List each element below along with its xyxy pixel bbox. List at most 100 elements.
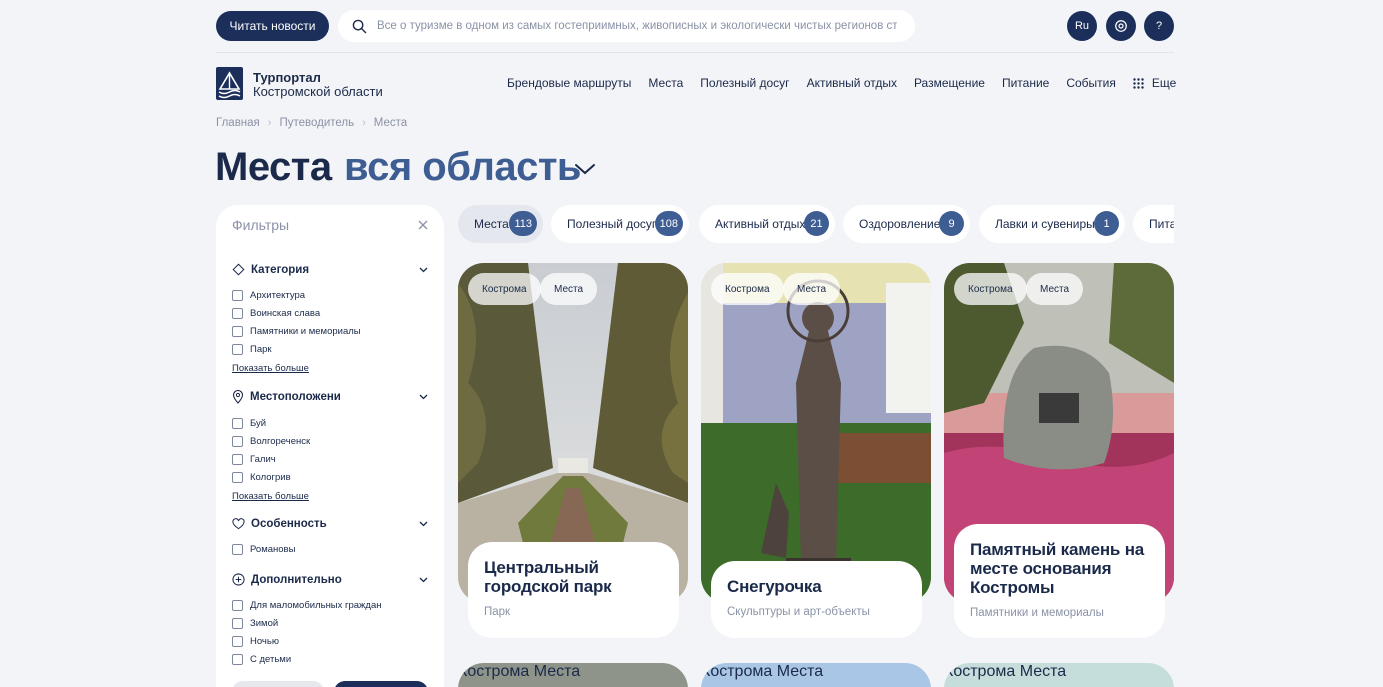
checkbox[interactable] xyxy=(232,289,243,301)
chevron-down-icon xyxy=(419,521,428,527)
place-card-subtitle: Парк xyxy=(484,606,511,618)
nav-item-leisure[interactable]: Полезный досуг xyxy=(700,76,789,90)
place-card[interactable]: Кострома Места xyxy=(458,663,688,687)
place-card[interactable]: Кострома Места xyxy=(701,263,931,603)
search-bar[interactable] xyxy=(338,10,915,42)
chip-leisure[interactable]: Полезный досуг 108 xyxy=(551,205,689,243)
filter-option[interactable]: Волгореченск xyxy=(232,432,428,450)
region-selector[interactable]: вся область xyxy=(344,145,582,190)
logo-icon[interactable] xyxy=(216,67,243,100)
chip-places[interactable]: Места 113 xyxy=(458,205,543,243)
checkbox[interactable] xyxy=(232,307,243,319)
breadcrumb-home[interactable]: Главная xyxy=(216,117,260,129)
card-tag-type[interactable]: Места xyxy=(534,663,580,680)
checkbox[interactable] xyxy=(232,325,243,337)
filter-option[interactable]: Архитектура xyxy=(232,286,428,304)
checkbox[interactable] xyxy=(232,617,243,629)
nav-item-stay[interactable]: Размещение xyxy=(914,76,985,90)
filter-option[interactable]: Галич xyxy=(232,450,428,468)
chip-label: Места xyxy=(474,217,509,231)
help-button[interactable]: ? xyxy=(1144,11,1174,41)
nav-item-routes[interactable]: Брендовые маршруты xyxy=(507,76,631,90)
filter-option[interactable]: Буй xyxy=(232,414,428,432)
card-tag-type[interactable]: Места xyxy=(783,273,841,305)
card-tag-type[interactable]: Места xyxy=(1020,663,1066,680)
card-tag-city[interactable]: Кострома xyxy=(944,663,1015,680)
checkbox[interactable] xyxy=(232,471,243,483)
top-bar: Читать новости Ru ? xyxy=(0,0,1383,52)
filter-option[interactable]: С детьми xyxy=(232,650,428,668)
nav-item-more[interactable]: Еще xyxy=(1133,76,1176,90)
filter-group-header[interactable]: Категория xyxy=(232,263,428,276)
filter-option[interactable]: Воинская слава xyxy=(232,304,428,322)
filter-option[interactable]: Зимой xyxy=(232,614,428,632)
chip-souvenirs[interactable]: Лавки и сувениры 1 xyxy=(979,205,1125,243)
grid-icon xyxy=(1133,77,1144,89)
apply-filters-button[interactable] xyxy=(334,681,428,687)
chevron-down-icon[interactable] xyxy=(574,162,596,176)
filter-group-header[interactable]: Местоположени xyxy=(232,390,428,404)
show-more-link[interactable]: Показать больше xyxy=(232,491,309,502)
nav-item-food[interactable]: Питание xyxy=(1002,76,1049,90)
filter-group-label: Местоположени xyxy=(250,391,341,403)
card-tag-type[interactable]: Места xyxy=(1026,273,1084,305)
nav-item-events[interactable]: События xyxy=(1066,76,1116,90)
filter-option[interactable]: Романовы xyxy=(232,540,428,558)
nav-item-places[interactable]: Места xyxy=(648,76,683,90)
chip-wellness[interactable]: Оздоровление 9 xyxy=(843,205,970,243)
card-tag-city[interactable]: Кострома xyxy=(458,663,529,680)
checkbox[interactable] xyxy=(232,653,243,665)
chip-food[interactable]: Питание xyxy=(1133,205,1174,243)
checkbox[interactable] xyxy=(232,435,243,447)
language-button[interactable]: Ru xyxy=(1067,11,1097,41)
card-tag-type[interactable]: Места xyxy=(777,663,823,680)
place-card[interactable]: Кострома Места xyxy=(944,663,1174,687)
filter-option[interactable]: Памятники и мемориалы xyxy=(232,322,428,340)
nav-item-active[interactable]: Активный отдых xyxy=(807,76,897,90)
statue-photo xyxy=(701,263,931,603)
place-card-title: Памятный камень на месте основания Костр… xyxy=(970,540,1145,597)
filter-option[interactable]: Для маломобильных граждан xyxy=(232,596,428,614)
checkbox[interactable] xyxy=(232,417,243,429)
place-card-info[interactable]: Центральный городской парк Парк xyxy=(468,542,679,638)
checkbox[interactable] xyxy=(232,543,243,555)
place-card-title: Центральный городской парк xyxy=(484,558,612,596)
checkbox[interactable] xyxy=(232,635,243,647)
place-card-title: Снегурочка xyxy=(727,577,822,596)
checkbox[interactable] xyxy=(232,453,243,465)
card-tag-city[interactable]: Кострома xyxy=(954,273,1027,305)
card-tag-city[interactable]: Кострома xyxy=(711,273,784,305)
place-card-info[interactable]: Памятный камень на месте основания Костр… xyxy=(954,524,1165,638)
filter-option[interactable]: Ночью xyxy=(232,632,428,650)
checkbox[interactable] xyxy=(232,599,243,611)
place-card-info[interactable]: Снегурочка Скульптуры и арт-объекты xyxy=(711,561,922,638)
chip-count-badge: 1 xyxy=(1094,211,1119,236)
show-more-link[interactable]: Показать больше xyxy=(232,363,309,374)
breadcrumb-guide[interactable]: Путеводитель xyxy=(279,117,354,129)
card-tag-type[interactable]: Места xyxy=(540,273,598,305)
brand-title[interactable]: Турпортал xyxy=(253,70,321,85)
chip-active[interactable]: Активный отдых 21 xyxy=(699,205,835,243)
option-label: Зимой xyxy=(250,617,279,629)
read-news-button[interactable]: Читать новости xyxy=(216,11,329,41)
close-icon[interactable] xyxy=(418,220,428,230)
filter-group-header[interactable]: Особенность xyxy=(232,518,428,530)
search-input[interactable] xyxy=(377,20,897,32)
filter-group-feature: Особенность Романовы xyxy=(232,518,428,558)
brand-subtitle[interactable]: Костромской области xyxy=(253,84,383,99)
filter-option[interactable]: Кологрив xyxy=(232,468,428,486)
accessibility-button[interactable] xyxy=(1106,11,1136,41)
filter-group-header[interactable]: Дополнительно xyxy=(232,573,428,586)
chip-label: Оздоровление xyxy=(859,217,941,231)
card-tag-city[interactable]: Кострома xyxy=(468,273,541,305)
checkbox[interactable] xyxy=(232,343,243,355)
reset-filters-button[interactable] xyxy=(232,681,324,687)
place-card[interactable]: Кострома Места xyxy=(701,663,931,687)
option-label: Кологрив xyxy=(250,471,291,483)
filter-group-location: Местоположени Буй Волгореченск Галич Кол… xyxy=(232,390,428,504)
main-nav: Брендовые маршруты Места Полезный досуг … xyxy=(507,76,1193,90)
option-label: Архитектура xyxy=(250,289,306,301)
pin-icon xyxy=(232,390,244,404)
filter-option[interactable]: Парк xyxy=(232,340,428,358)
card-tag-city[interactable]: Кострома xyxy=(701,663,772,680)
